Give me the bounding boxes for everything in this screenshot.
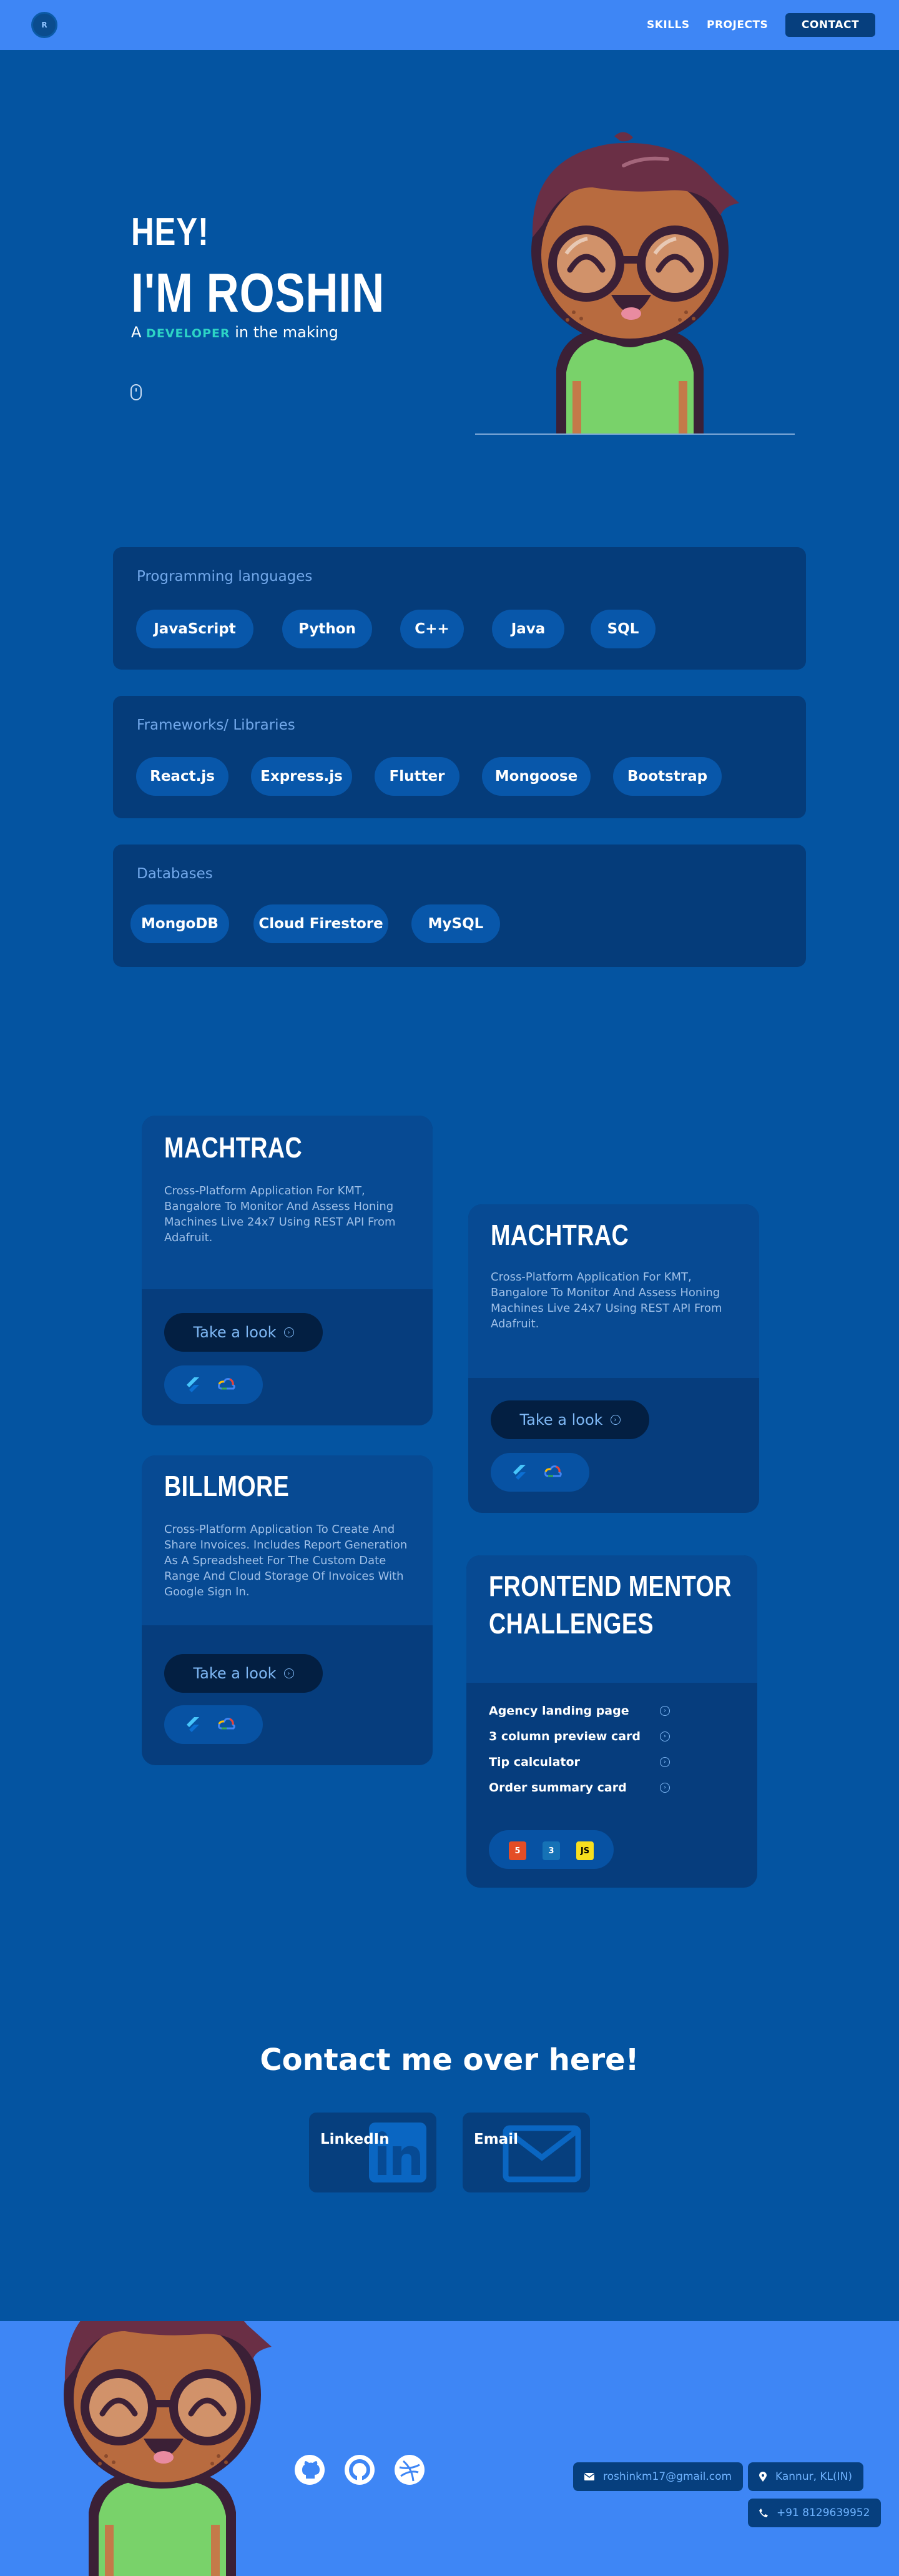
google-cloud-icon <box>218 1378 235 1390</box>
footer-phone[interactable]: +91 8129639952 <box>748 2499 882 2527</box>
skill-card-databases: Databases MongoDB Cloud Firestore MySQL <box>113 845 806 967</box>
email-label: Email <box>474 2131 518 2147</box>
linkedin-label: LinkedIn <box>320 2131 390 2147</box>
skill-card-languages: Programming languages JavaScript Python … <box>113 547 806 670</box>
logo[interactable]: R <box>31 12 57 38</box>
dribbble-icon[interactable] <box>395 2455 425 2485</box>
nav-skills-link[interactable]: SKILLS <box>647 19 690 31</box>
skill-pill: Flutter <box>375 757 459 796</box>
hero-name: I'M ROSHIN <box>131 262 385 324</box>
phone-icon <box>759 2509 768 2517</box>
skill-pill: Bootstrap <box>613 757 722 796</box>
arrow-right-icon: › <box>610 1415 621 1425</box>
arrow-right-icon: › <box>660 1706 670 1716</box>
project-title: BILLMORE <box>164 1470 290 1502</box>
github-icon[interactable] <box>295 2455 325 2485</box>
challenge-link[interactable]: Tip calculator › <box>489 1755 670 1769</box>
flutter-icon <box>513 1465 526 1480</box>
css3-icon: 3 <box>543 1841 560 1860</box>
skill-pill: MongoDB <box>130 904 229 943</box>
project-card-billmore: BILLMORE Cross-Platform Application To C… <box>142 1455 433 1765</box>
contact-title: Contact me over here! <box>260 2043 639 2078</box>
avatar-illustration <box>531 132 739 435</box>
skill-card-frameworks: Frameworks/ Libraries React.js Express.j… <box>113 696 806 818</box>
tech-stack <box>164 1705 263 1744</box>
project-card-machtrac: MACHTRAC Cross-Platform Application For … <box>468 1204 759 1513</box>
nav-contact-button[interactable]: CONTACT <box>785 13 875 37</box>
project-title: MACHTRAC <box>491 1219 629 1251</box>
location-pin-icon <box>759 2472 767 2482</box>
take-a-look-button[interactable]: Take a look › <box>164 1313 323 1352</box>
email-card[interactable]: Email <box>463 2113 590 2192</box>
arrow-right-icon: › <box>660 1731 670 1741</box>
flutter-icon <box>187 1377 199 1392</box>
hero-divider <box>475 433 795 435</box>
top-navbar: R SKILLS PROJECTS CONTACT <box>0 0 899 50</box>
project-title: CHALLENGES <box>489 1607 654 1640</box>
tech-stack: 5 3 JS <box>489 1830 614 1869</box>
skill-pill: Python <box>282 610 372 648</box>
skill-card-title: Programming languages <box>137 568 313 585</box>
javascript-icon: JS <box>576 1841 594 1860</box>
take-a-look-button[interactable]: Take a look › <box>164 1654 323 1693</box>
html5-icon: 5 <box>509 1841 526 1860</box>
envelope-icon <box>584 2473 594 2480</box>
arrow-right-icon: › <box>283 1668 294 1678</box>
challenge-link[interactable]: Order summary card › <box>489 1781 670 1795</box>
skill-pill: Java <box>492 610 564 648</box>
skill-card-title: Frameworks/ Libraries <box>137 717 295 733</box>
skill-pill: JavaScript <box>136 610 253 648</box>
skill-pill: SQL <box>591 610 656 648</box>
google-cloud-icon <box>218 1718 235 1730</box>
skill-pill: React.js <box>136 757 228 796</box>
hero-subtitle: A DEVELOPER in the making <box>131 324 338 341</box>
nav-projects-link[interactable]: PROJECTS <box>707 19 768 31</box>
scroll-mouse-icon <box>130 384 142 400</box>
project-description: Cross-Platform Application To Create And… <box>164 1523 408 1598</box>
open-source-icon[interactable] <box>345 2455 375 2485</box>
project-card-frontend-mentor: FRONTEND MENTOR CHALLENGES Agency landin… <box>466 1555 757 1888</box>
challenge-link[interactable]: 3 column preview card › <box>489 1730 670 1743</box>
take-a-look-button[interactable]: Take a look › <box>491 1400 649 1439</box>
skill-pill: Cloud Firestore <box>253 904 388 943</box>
skill-pill: MySQL <box>411 904 500 943</box>
skill-pill: Mongoose <box>482 757 591 796</box>
footer: roshinkm17@gmail.com Kannur, KL(IN) +91 … <box>0 2321 899 2576</box>
project-title: MACHTRAC <box>164 1131 303 1164</box>
arrow-right-icon: › <box>283 1327 294 1337</box>
tech-stack <box>164 1365 263 1404</box>
flutter-icon <box>187 1717 199 1732</box>
hero-greeting: HEY! <box>131 211 209 254</box>
avatar-illustration <box>64 2321 272 2576</box>
google-cloud-icon <box>544 1465 562 1477</box>
arrow-right-icon: › <box>660 1757 670 1767</box>
tech-stack <box>491 1453 589 1492</box>
hero-highlight: DEVELOPER <box>146 327 230 340</box>
footer-email[interactable]: roshinkm17@gmail.com <box>573 2462 744 2491</box>
skill-card-title: Databases <box>137 866 213 882</box>
project-card-machtrac: MACHTRAC Cross-Platform Application For … <box>142 1116 433 1425</box>
arrow-right-icon: › <box>660 1783 670 1793</box>
skill-pill: Express.js <box>251 757 352 796</box>
challenge-link[interactable]: Agency landing page › <box>489 1704 670 1718</box>
footer-location: Kannur, KL(IN) <box>748 2462 864 2491</box>
project-description: Cross-Platform Application For KMT, Bang… <box>491 1271 722 1330</box>
skill-pill: C++ <box>400 610 464 648</box>
project-title: FRONTEND MENTOR <box>489 1570 732 1602</box>
project-description: Cross-Platform Application For KMT, Bang… <box>164 1184 396 1244</box>
linkedin-card[interactable]: LinkedIn <box>309 2113 436 2192</box>
